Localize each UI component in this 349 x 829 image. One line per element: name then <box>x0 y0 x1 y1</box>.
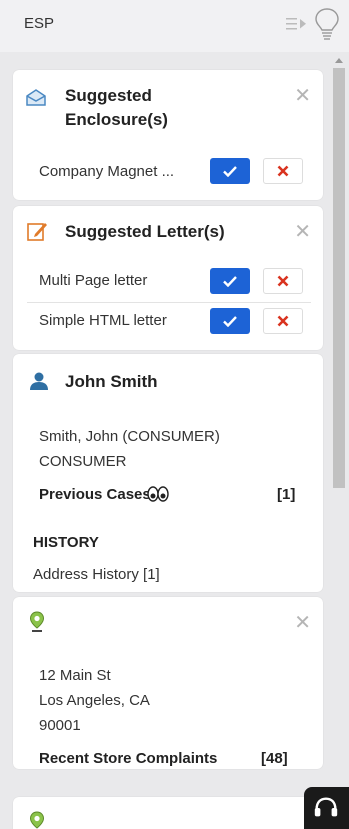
reject-letter-button[interactable] <box>263 268 303 294</box>
panel-scroll-area[interactable]: Suggested Enclosure(s) ✕ Company Magnet … <box>0 52 349 829</box>
close-letters-button[interactable]: ✕ <box>294 222 311 242</box>
map-pin-icon <box>29 811 45 829</box>
vertical-scrollbar[interactable] <box>329 52 349 829</box>
location-card: ✕ 12 Main St Los Angeles, CA 90001 Recen… <box>13 597 323 769</box>
accept-letter-button[interactable] <box>210 308 250 334</box>
enclosures-title-line1: Suggested <box>65 86 152 105</box>
close-location-button[interactable]: ✕ <box>294 613 311 633</box>
check-icon <box>223 165 237 177</box>
x-icon <box>277 165 289 177</box>
collapse-panel-icon[interactable] <box>286 15 306 33</box>
previous-cases-label[interactable]: Previous Cases <box>39 486 151 503</box>
app-title: ESP <box>24 15 55 32</box>
enclosure-item-label: Company Magnet ... <box>39 163 175 180</box>
location-card-partial <box>13 797 323 829</box>
location-city: Los Angeles, CA <box>39 692 150 709</box>
reject-enclosure-button[interactable] <box>263 158 303 184</box>
enclosures-title-line2: Enclosure(s) <box>65 110 168 129</box>
location-zip: 90001 <box>39 717 81 734</box>
envelope-icon <box>26 89 46 106</box>
headset-icon <box>314 797 338 817</box>
suggested-letters-card: Suggested Letter(s) ✕ Multi Page letter … <box>13 206 323 350</box>
check-icon <box>223 315 237 327</box>
x-icon <box>277 275 289 287</box>
contact-card: John Smith Smith, John (CONSUMER) CONSUM… <box>13 354 323 592</box>
previous-cases-count[interactable]: [1] <box>277 486 295 503</box>
scroll-up-arrow-icon[interactable] <box>335 58 343 63</box>
letter-item-label: Simple HTML letter <box>39 312 167 329</box>
history-heading: HISTORY <box>33 534 99 551</box>
suggested-enclosures-card: Suggested Enclosure(s) ✕ Company Magnet … <box>13 70 323 200</box>
contact-type: CONSUMER <box>39 453 127 470</box>
address-history-link[interactable]: Address History [1] <box>33 566 160 583</box>
reject-letter-button[interactable] <box>263 308 303 334</box>
contact-name[interactable]: John Smith <box>65 370 158 394</box>
x-icon <box>277 315 289 327</box>
accept-letter-button[interactable] <box>210 268 250 294</box>
lightbulb-icon[interactable] <box>313 7 341 43</box>
recent-complaints-label[interactable]: Recent Store Complaints <box>39 750 217 767</box>
top-bar: ESP <box>0 0 349 52</box>
support-headset-button[interactable] <box>304 787 349 829</box>
letters-divider <box>27 302 311 303</box>
close-enclosures-button[interactable]: ✕ <box>294 86 311 106</box>
person-icon <box>30 372 48 390</box>
letters-title: Suggested Letter(s) <box>65 222 225 241</box>
eyes-icon[interactable] <box>147 486 169 502</box>
scrollbar-thumb[interactable] <box>333 68 345 488</box>
contact-full-name: Smith, John (CONSUMER) <box>39 428 220 445</box>
accept-enclosure-button[interactable] <box>210 158 250 184</box>
recent-complaints-count[interactable]: [48] <box>261 750 288 767</box>
check-icon <box>223 275 237 287</box>
map-pin-icon <box>29 611 45 632</box>
letter-item-label: Multi Page letter <box>39 272 148 289</box>
edit-icon <box>27 223 47 241</box>
location-street: 12 Main St <box>39 667 111 684</box>
